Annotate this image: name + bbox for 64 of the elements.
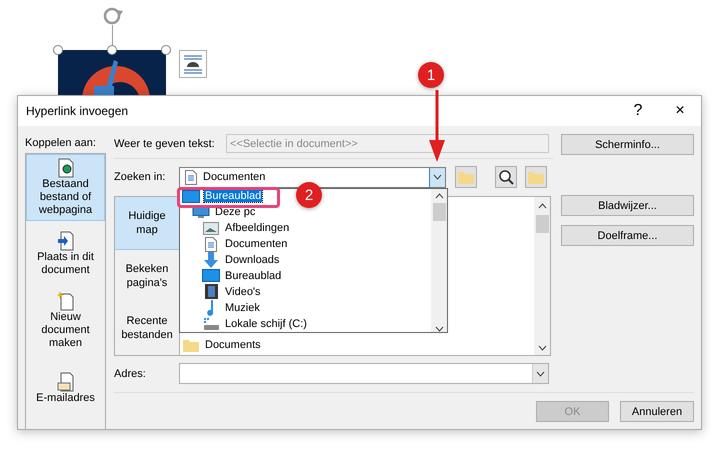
down-arrow-icon bbox=[203, 252, 219, 268]
browse-web-button[interactable] bbox=[495, 166, 517, 188]
link-type-tab[interactable]: Plaats in dit document bbox=[26, 227, 105, 281]
target-frame-button[interactable]: Doelframe... bbox=[561, 225, 694, 246]
resize-handle[interactable] bbox=[107, 45, 117, 55]
view-tab[interactable]: Recente bestanden bbox=[115, 302, 179, 356]
scroll-up-icon[interactable] bbox=[538, 203, 546, 209]
new-document-icon bbox=[56, 291, 74, 311]
cancel-button[interactable]: Annuleren bbox=[620, 401, 694, 422]
close-button[interactable]: × bbox=[659, 96, 701, 126]
folder-option[interactable]: Bureaublad bbox=[224, 270, 282, 282]
link-to-label: Koppelen aan: bbox=[25, 137, 97, 149]
resize-handle[interactable] bbox=[161, 45, 171, 55]
window-title: Hyperlink invoegen bbox=[26, 104, 130, 118]
file-item[interactable]: Documents bbox=[205, 339, 261, 351]
scroll-up-icon[interactable] bbox=[434, 192, 444, 198]
monitor-icon bbox=[202, 269, 220, 282]
address-field[interactable] bbox=[179, 363, 549, 384]
folder-option[interactable]: Documenten bbox=[224, 238, 288, 250]
folder-option[interactable]: Downloads bbox=[224, 254, 280, 266]
display-text-label: Weer te geven tekst: bbox=[114, 138, 216, 150]
annotation-arrow bbox=[427, 90, 447, 162]
step-marker: 1 bbox=[418, 62, 444, 88]
scrollbar[interactable] bbox=[431, 188, 447, 332]
scroll-down-icon bbox=[538, 345, 546, 351]
mail-document-icon bbox=[56, 372, 74, 392]
link-type-tab[interactable]: E-mailadres bbox=[26, 368, 105, 409]
film-icon bbox=[204, 284, 218, 300]
folder-option[interactable]: Afbeeldingen bbox=[224, 222, 290, 234]
resize-handle[interactable] bbox=[53, 45, 63, 55]
folder-option[interactable]: Muziek bbox=[224, 302, 261, 314]
folder-icon bbox=[458, 170, 474, 184]
link-type-tab[interactable]: Nieuw document maken bbox=[26, 287, 105, 354]
document-icon bbox=[205, 236, 217, 252]
document-arrow-icon bbox=[56, 231, 74, 251]
folder-icon bbox=[183, 338, 199, 352]
scroll-thumb[interactable] bbox=[432, 202, 446, 220]
bookmark-button[interactable]: Bladwijzer... bbox=[561, 195, 694, 216]
view-tab[interactable]: Huidige map bbox=[115, 197, 179, 250]
browse-file-button[interactable] bbox=[525, 166, 547, 188]
layout-options-icon[interactable] bbox=[179, 50, 207, 78]
document-globe-icon bbox=[56, 158, 74, 178]
search-icon bbox=[498, 169, 514, 185]
scrollbar[interactable] bbox=[534, 197, 550, 355]
drive-icon bbox=[203, 316, 219, 331]
link-type-tab[interactable]: Bestaand bestand of webpagina bbox=[26, 154, 105, 221]
document-icon bbox=[185, 170, 197, 184]
folder-option[interactable]: Video's bbox=[224, 286, 262, 298]
screen-tip-button[interactable]: Scherminfo... bbox=[561, 134, 694, 155]
folder-option[interactable]: Bureaublad bbox=[204, 190, 262, 202]
scroll-down-icon bbox=[434, 326, 444, 332]
rotate-icon[interactable] bbox=[101, 6, 125, 26]
folder-icon bbox=[528, 170, 544, 184]
image-icon bbox=[203, 222, 219, 235]
look-in-value: Documenten bbox=[203, 171, 266, 183]
folder-up-button[interactable] bbox=[455, 166, 477, 188]
address-label: Adres: bbox=[114, 368, 147, 380]
view-tab[interactable]: Bekeken pagina's bbox=[115, 250, 179, 302]
folder-option[interactable]: Deze pc bbox=[214, 206, 256, 218]
scroll-thumb[interactable] bbox=[536, 215, 548, 233]
monitor-icon bbox=[182, 190, 200, 203]
look-in-label: Zoeken in: bbox=[114, 171, 166, 183]
help-button[interactable]: ? bbox=[617, 96, 659, 126]
folder-option[interactable]: Lokale schijf (C:) bbox=[224, 318, 308, 330]
